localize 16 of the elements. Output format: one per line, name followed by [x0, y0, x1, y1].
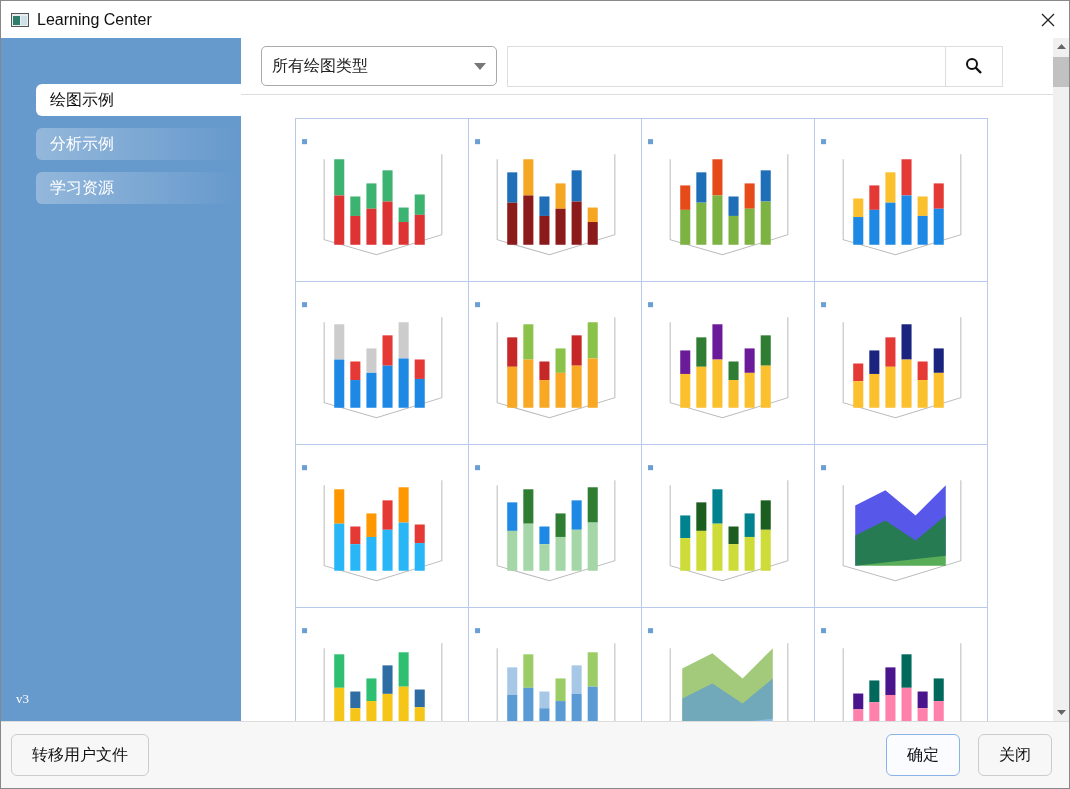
window-title: Learning Center [37, 10, 152, 29]
plot-type-dropdown[interactable]: 所有绘图类型 [261, 46, 497, 86]
sidebar-tab[interactable]: 绘图示例 [36, 84, 241, 116]
scroll-down-icon[interactable] [1056, 710, 1066, 715]
close-icon[interactable] [1041, 12, 1055, 27]
app-icon [11, 12, 29, 27]
scroll-up-icon[interactable] [1056, 44, 1066, 49]
transfer-files-button[interactable]: 转移用户文件 [11, 734, 149, 776]
scrollbar[interactable] [1053, 38, 1069, 721]
ok-button[interactable]: 确定 [886, 734, 960, 776]
caret-icon [474, 62, 486, 70]
search-field[interactable] [507, 45, 1003, 87]
scroll-thumb[interactable] [1053, 57, 1069, 87]
close-button[interactable]: 关闭 [978, 734, 1052, 776]
search-icon [965, 57, 983, 75]
version-label: v3 [16, 691, 30, 707]
